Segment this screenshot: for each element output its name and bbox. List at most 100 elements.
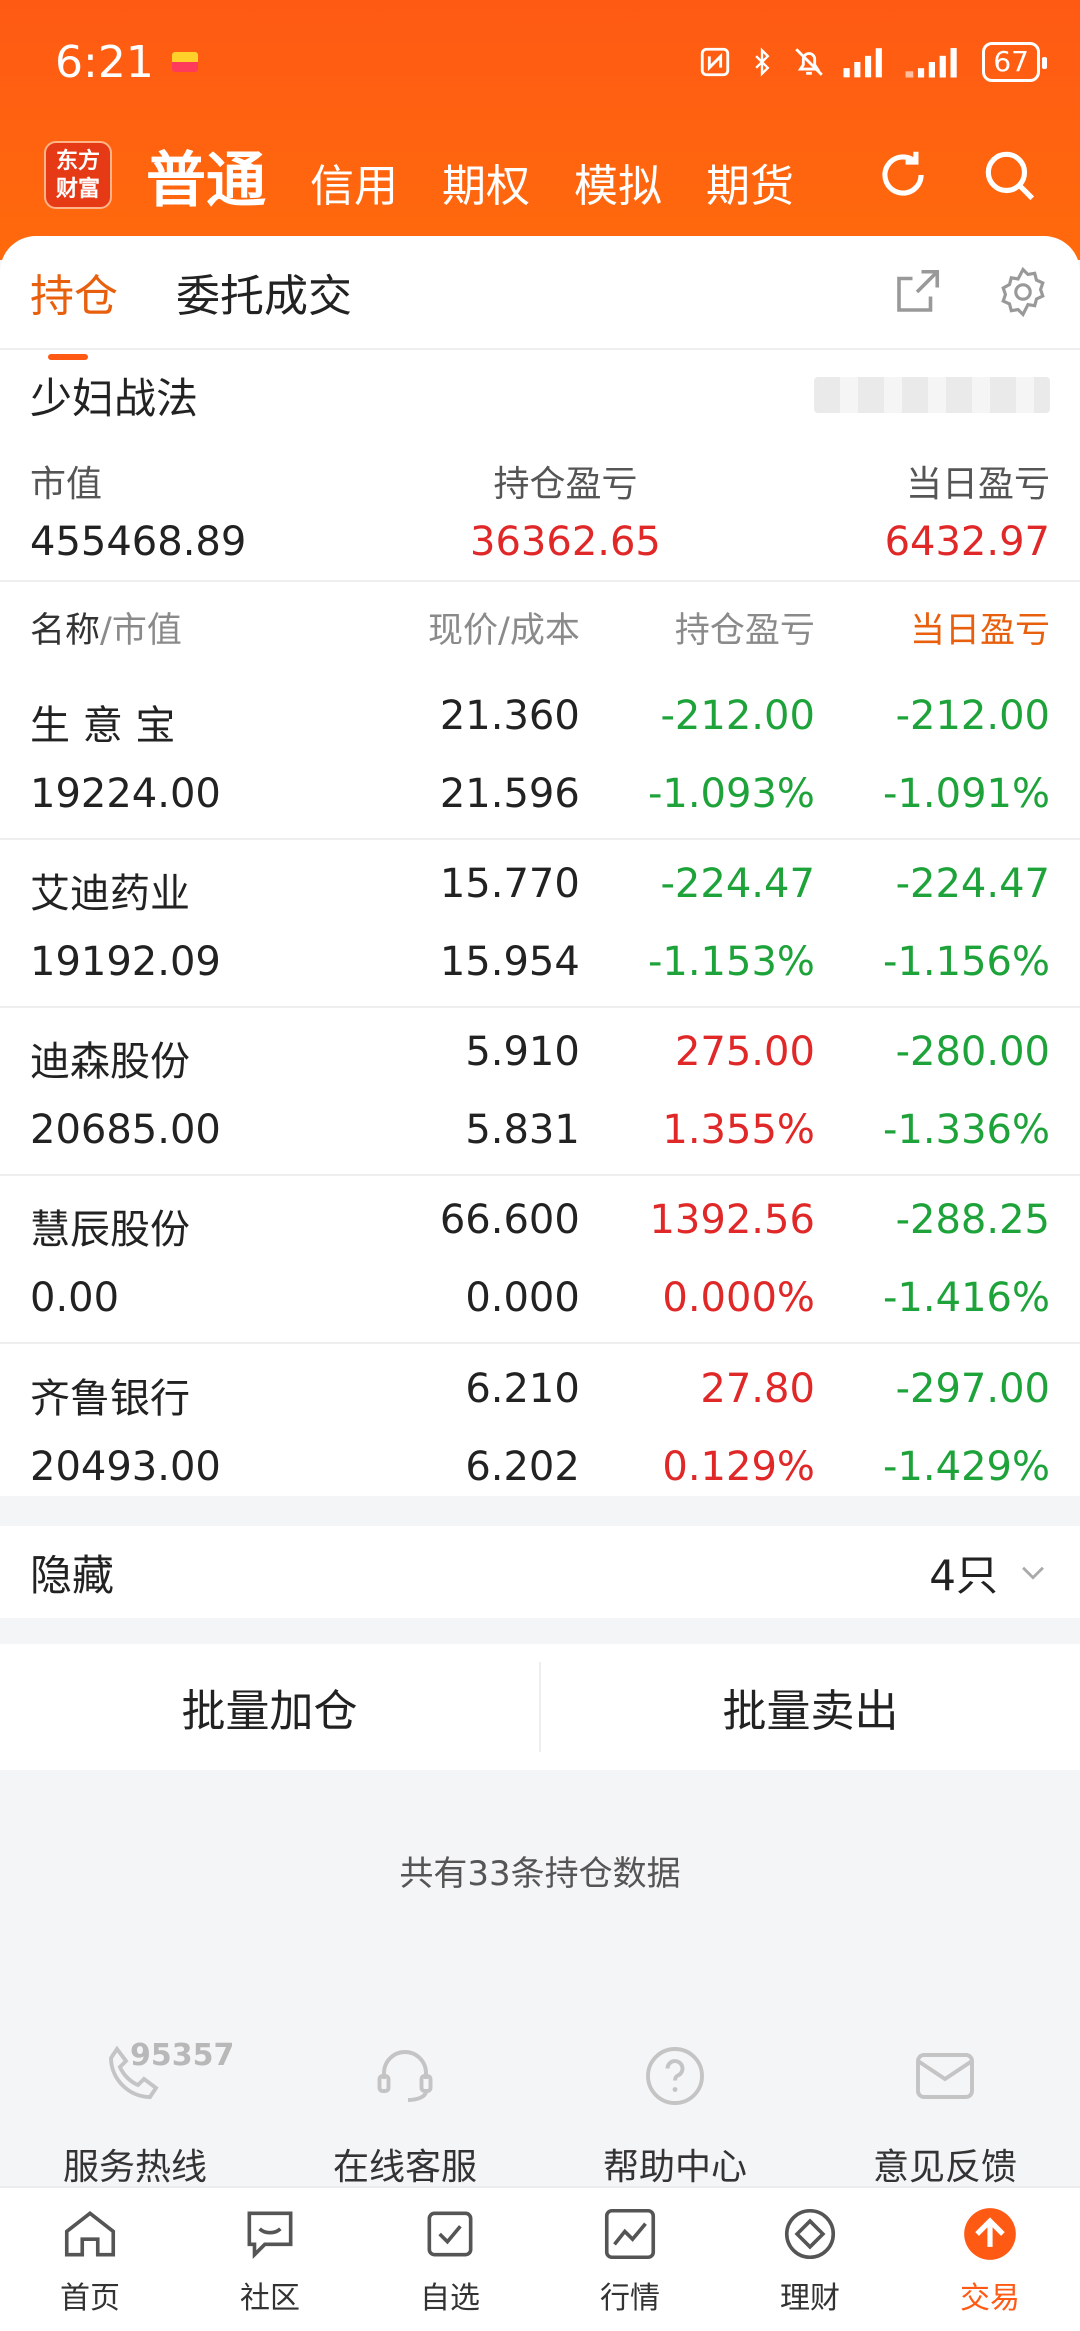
today-pl: 6432.97 [884, 519, 1050, 565]
bluetooth-icon [755, 47, 770, 77]
cost: 0.000 [465, 1275, 580, 1321]
tab-community[interactable]: 社区 [180, 2188, 360, 2331]
hidden-positions-row[interactable]: 隐藏 4只 [0, 1526, 1080, 1618]
service-label: 在线客服 [332, 2147, 477, 2188]
tab-positions[interactable]: 持仓 [30, 260, 118, 360]
service-label: 帮助中心 [602, 2147, 747, 2188]
cost: 6.202 [465, 1444, 580, 1490]
batch-actions: 批量加仓 批量卖出 [0, 1644, 1080, 1770]
tab-label: 首页 [60, 2280, 120, 2316]
signal-icon-2 [905, 48, 958, 78]
tab-orders-trades[interactable]: 委托成交 [176, 260, 352, 324]
account-summary: 市值 455468.89 持仓盈亏 36362.65 当日盈亏 6432.97 [0, 440, 1080, 582]
service-online-support[interactable]: 在线客服 [270, 2040, 540, 2190]
diamond-icon [784, 2208, 836, 2259]
today-pl: -297.00 [895, 1366, 1050, 1412]
app-logo: 东方财富 [44, 141, 112, 209]
checkbox-icon [427, 2211, 473, 2256]
tab-watchlist[interactable]: 自选 [360, 2188, 540, 2331]
col-sep: / [100, 610, 112, 651]
cost: 15.954 [439, 939, 580, 985]
hidden-label: 隐藏 [30, 1550, 115, 1600]
batch-sell-button[interactable]: 批量卖出 [541, 1675, 1080, 1739]
signal-icon [843, 48, 883, 78]
chart-icon [604, 2208, 656, 2259]
cost: 5.831 [465, 1107, 580, 1153]
position-pl-label: 持仓盈亏 [493, 464, 638, 505]
service-help-center[interactable]: 帮助中心 [540, 2040, 810, 2190]
stock-name: 慧辰股份 [30, 1207, 190, 1253]
settings-gear-icon[interactable] [996, 265, 1050, 319]
tab-normal[interactable]: 普通 [146, 132, 266, 219]
table-row[interactable]: 迪森股份 5.910 275.00 -280.00 20685.00 5.831 1.35… [0, 1008, 1080, 1176]
help-icon [646, 2047, 704, 2105]
market-value: 0.00 [30, 1275, 120, 1321]
service-hotline[interactable]: 95357 服务热线 [0, 2038, 270, 2190]
today-pl: -212.00 [895, 693, 1050, 739]
today-pl: -224.47 [895, 861, 1050, 907]
tab-credit[interactable]: 信用 [310, 136, 398, 214]
hotline-number: 95357 [130, 2038, 235, 2073]
service-feedback[interactable]: 意见反馈 [810, 2040, 1080, 2190]
app-header: 6:21 67 东方财富 普通 信用 期权 模拟 期货 [0, 0, 1080, 260]
status-icons: 67 [698, 42, 1047, 82]
tab-simulation[interactable]: 模拟 [574, 136, 662, 214]
tab-label: 社区 [240, 2280, 300, 2316]
col-position-pl[interactable]: 持仓盈亏 [580, 602, 815, 653]
table-row[interactable]: 齐鲁银行 6.210 27.80 -297.00 20493.00 6.202 0.129… [0, 1344, 1080, 1512]
trade-up-arrow-icon [964, 2207, 1016, 2260]
col-today-pl[interactable]: 当日盈亏 [815, 602, 1050, 653]
masked-account-number [814, 377, 1050, 413]
chevron-down-icon [1022, 1566, 1044, 1580]
today-pl-percent: -1.156% [883, 939, 1050, 985]
market-value-label: 市值 [30, 464, 103, 505]
status-time: 6:21 [55, 36, 154, 88]
today-pl: -288.25 [895, 1197, 1050, 1243]
chat-bubble-icon [247, 2211, 293, 2259]
notification-icon [171, 52, 198, 72]
col-name-label: 名称 [30, 610, 101, 651]
positions-panel: 持仓 委托成交 少妇战法 市值 455468.89 持仓盈亏 36362.65 … [0, 236, 1080, 1496]
tab-label: 理财 [780, 2280, 840, 2316]
today-pl-percent: -1.416% [883, 1275, 1050, 1321]
batch-add-button[interactable]: 批量加仓 [0, 1675, 539, 1739]
tab-label: 自选 [420, 2280, 480, 2316]
col-name-mv[interactable]: 名称/市值 [30, 602, 321, 653]
headset-icon [377, 2050, 433, 2102]
tab-trade[interactable]: 交易 [900, 2188, 1080, 2331]
col-price-cost[interactable]: 现价/成本 [321, 602, 580, 653]
position-pl: -224.47 [660, 861, 815, 907]
account-row[interactable]: 少妇战法 [0, 350, 1080, 440]
position-pl: 275.00 [674, 1029, 815, 1075]
position-pl-percent: 0.129% [662, 1444, 815, 1490]
table-header: 名称/市值 现价/成本 持仓盈亏 当日盈亏 [0, 582, 1080, 672]
refresh-icon[interactable] [872, 144, 934, 206]
table-row[interactable]: 艾迪药业 15.770 -224.47 -224.47 19192.09 15.954 -… [0, 840, 1080, 1008]
tab-options[interactable]: 期权 [442, 136, 530, 214]
share-icon[interactable] [890, 265, 944, 319]
price: 66.600 [439, 1197, 580, 1243]
tab-wealth[interactable]: 理财 [720, 2188, 900, 2331]
account-name: 少妇战法 [30, 373, 199, 423]
tab-futures[interactable]: 期货 [706, 136, 794, 214]
bottom-tab-bar: 首页 社区 自选 行情 理财 交易 [0, 2186, 1080, 2331]
today-pl: -280.00 [895, 1029, 1050, 1075]
tab-home[interactable]: 首页 [0, 2188, 180, 2331]
stock-name: 齐鲁银行 [30, 1376, 190, 1422]
position-pl-percent: 1.355% [662, 1107, 815, 1153]
mute-icon [795, 48, 824, 76]
tab-market[interactable]: 行情 [540, 2188, 720, 2331]
search-icon[interactable] [978, 144, 1040, 206]
table-row[interactable]: 慧辰股份 66.600 1392.56 -288.25 0.00 0.000 0.000%… [0, 1176, 1080, 1344]
table-row[interactable]: 生 意 宝 21.360 -212.00 -212.00 19224.00 21.596… [0, 672, 1080, 840]
today-pl-label: 当日盈亏 [905, 464, 1050, 505]
nfc-icon [701, 47, 730, 77]
today-pl-percent: -1.336% [883, 1107, 1050, 1153]
stock-name: 生 意 宝 [30, 703, 176, 749]
price: 15.770 [439, 861, 580, 907]
price: 21.360 [439, 693, 580, 739]
col-mv-label: 市值 [111, 610, 182, 651]
service-label: 服务热线 [62, 2147, 207, 2188]
today-pl-percent: -1.091% [883, 771, 1050, 817]
tab-label: 行情 [600, 2280, 660, 2316]
